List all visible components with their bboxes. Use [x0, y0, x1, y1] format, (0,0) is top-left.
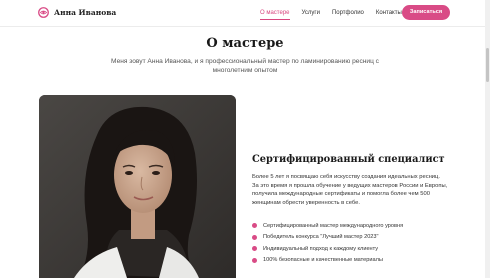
logo[interactable]: Анна Иванова [38, 7, 116, 18]
scrollbar-thumb[interactable] [486, 48, 489, 82]
section-subtitle: Меня зовут Анна Иванова, и я профессиона… [111, 58, 379, 74]
master-photo [39, 95, 236, 278]
list-item: Индивидуальный подход к каждому клиенту [252, 243, 403, 255]
site-header: Анна Иванова О мастере Услуги Портфолио … [0, 0, 490, 27]
feature-list: Сертифицированный мастер международного … [252, 220, 403, 266]
book-button[interactable]: Записаться [402, 5, 450, 20]
bullet-dot-icon [252, 257, 257, 263]
about-title: Сертифицированный специалист [252, 154, 445, 165]
feature-text: Победитель конкурса "Лучший мастер 2023" [263, 234, 379, 241]
feature-text: Сертифицированный мастер международного … [263, 222, 404, 229]
nav-link-portfolio[interactable]: Портфолио [332, 9, 364, 17]
bullet-dot-icon [252, 234, 257, 240]
nav-link-contacts[interactable]: Контакты [376, 9, 402, 17]
logo-text: Анна Иванова [54, 8, 117, 17]
eye-icon [38, 7, 49, 18]
nav-link-services[interactable]: Услуги [302, 9, 320, 17]
list-item: 100% безопасные и качественные материалы [252, 255, 403, 267]
bullet-dot-icon [252, 246, 257, 252]
bullet-dot-icon [252, 223, 257, 229]
list-item: Сертифицированный мастер международного … [252, 220, 403, 232]
feature-text: 100% безопасные и качественные материалы [263, 257, 383, 264]
about-paragraph: Более 5 лет я посвящаю себя искусству со… [252, 174, 448, 206]
section-title: О мастере [206, 36, 284, 51]
nav-link-about[interactable]: О мастере [260, 9, 290, 20]
list-item: Победитель конкурса "Лучший мастер 2023" [252, 232, 403, 244]
main-nav: О мастере Услуги Портфолио Контакты [260, 9, 402, 20]
feature-text: Индивидуальный подход к каждому клиенту [263, 245, 379, 252]
